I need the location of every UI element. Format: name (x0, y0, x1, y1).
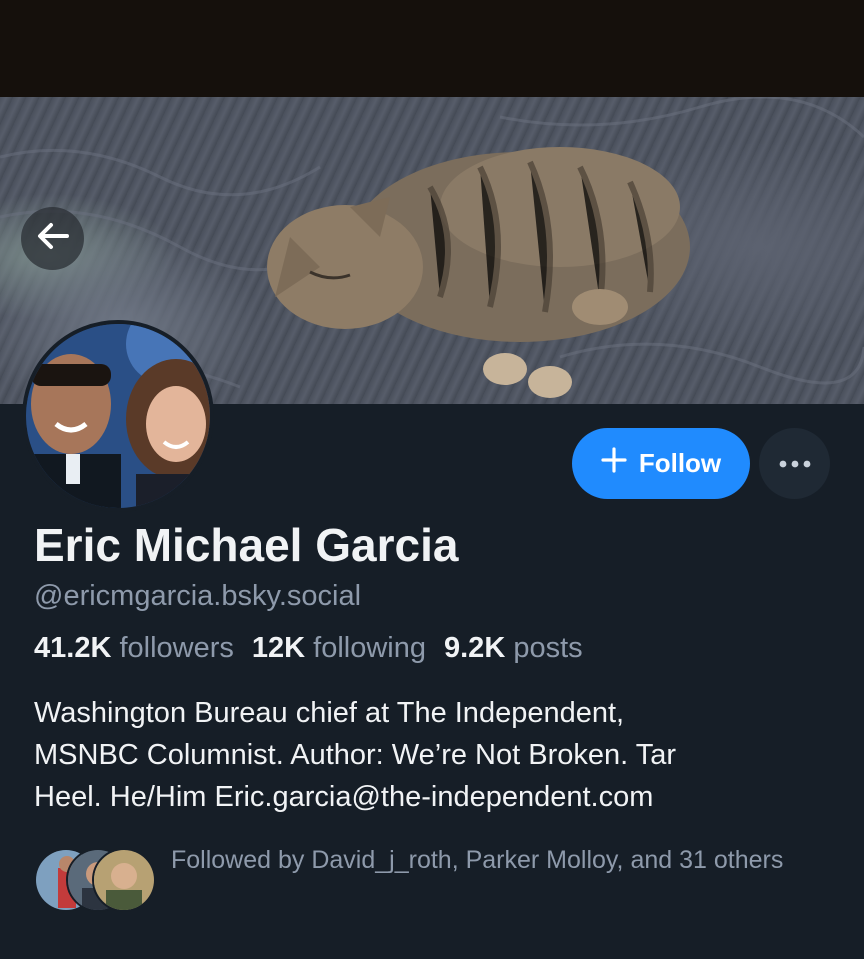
following-stat[interactable]: 12K following (252, 632, 426, 665)
plus-icon (601, 447, 627, 480)
following-label: following (313, 632, 426, 664)
posts-count: 9.2K (444, 632, 506, 664)
avatar-photo (26, 324, 210, 508)
followers-count: 41.2K (34, 632, 112, 664)
follow-button[interactable]: Follow (572, 428, 750, 499)
posts-stat: 9.2K posts (444, 632, 583, 665)
profile-stats: 41.2K followers 12K following 9.2K posts (34, 632, 583, 665)
more-options-button[interactable] (759, 428, 830, 499)
back-button[interactable] (21, 207, 84, 270)
followers-stat[interactable]: 41.2K followers (34, 632, 234, 665)
followed-by-avatars[interactable] (34, 848, 156, 912)
posts-label: posts (513, 632, 583, 664)
follower-avatar (92, 848, 156, 912)
follow-button-label: Follow (638, 448, 722, 478)
display-name: Eric Michael Garcia (34, 519, 459, 571)
handle: @ericmgarcia.bsky.social (34, 580, 362, 612)
followers-label: followers (119, 632, 234, 664)
status-bar (0, 0, 864, 97)
avatar[interactable] (22, 320, 214, 512)
followed-by-text[interactable]: Followed by David_j_roth, Parker Molloy,… (171, 842, 831, 878)
arrow-left-icon (34, 217, 72, 260)
bio: Washington Bureau chief at The Independe… (34, 697, 676, 813)
ellipsis-icon (779, 456, 811, 471)
following-count: 12K (251, 632, 306, 664)
